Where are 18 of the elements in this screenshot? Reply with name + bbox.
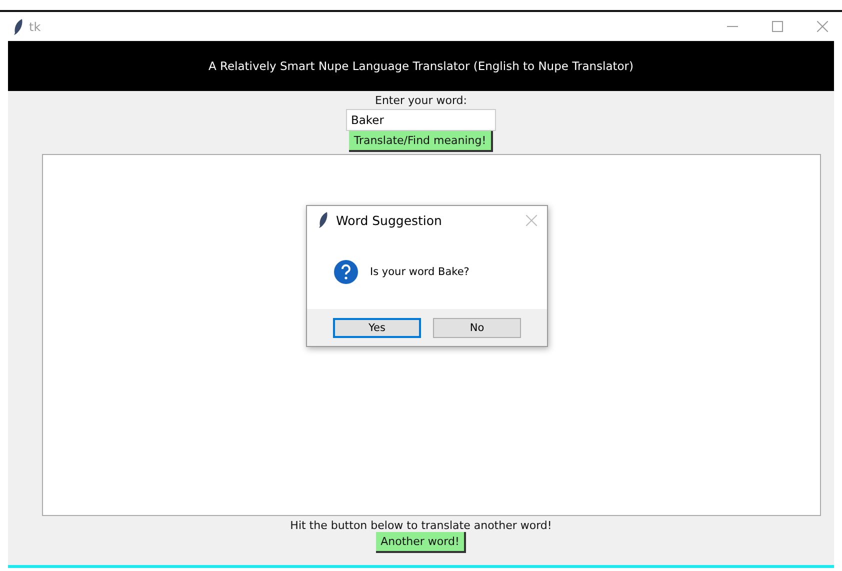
another-word-button[interactable]: Another word! [376, 532, 466, 553]
close-icon[interactable] [817, 21, 828, 32]
translate-button[interactable]: Translate/Find meaning! [348, 131, 494, 152]
prompt-label: Enter your word: [375, 94, 467, 107]
question-icon [334, 260, 358, 284]
window-title: tk [29, 20, 42, 34]
instruction-text: Hit the button below to translate another word! [290, 519, 552, 532]
minimize-icon[interactable] [727, 26, 738, 28]
feather-icon [14, 18, 23, 34]
maximize-icon[interactable] [772, 21, 783, 32]
close-icon[interactable] [526, 214, 537, 226]
dialog-button[interactable]: Yes [333, 318, 421, 338]
word-field[interactable]: Baker [346, 109, 496, 131]
app-header: A Relatively Smart Nupe Language Translator (English to Nupe Translator) [8, 41, 834, 91]
dialog-button[interactable]: No [433, 318, 521, 338]
dialog-title: Word Suggestion [336, 212, 443, 228]
feather-icon [319, 212, 328, 228]
dialog-message: Is your word Bake? [370, 266, 470, 278]
